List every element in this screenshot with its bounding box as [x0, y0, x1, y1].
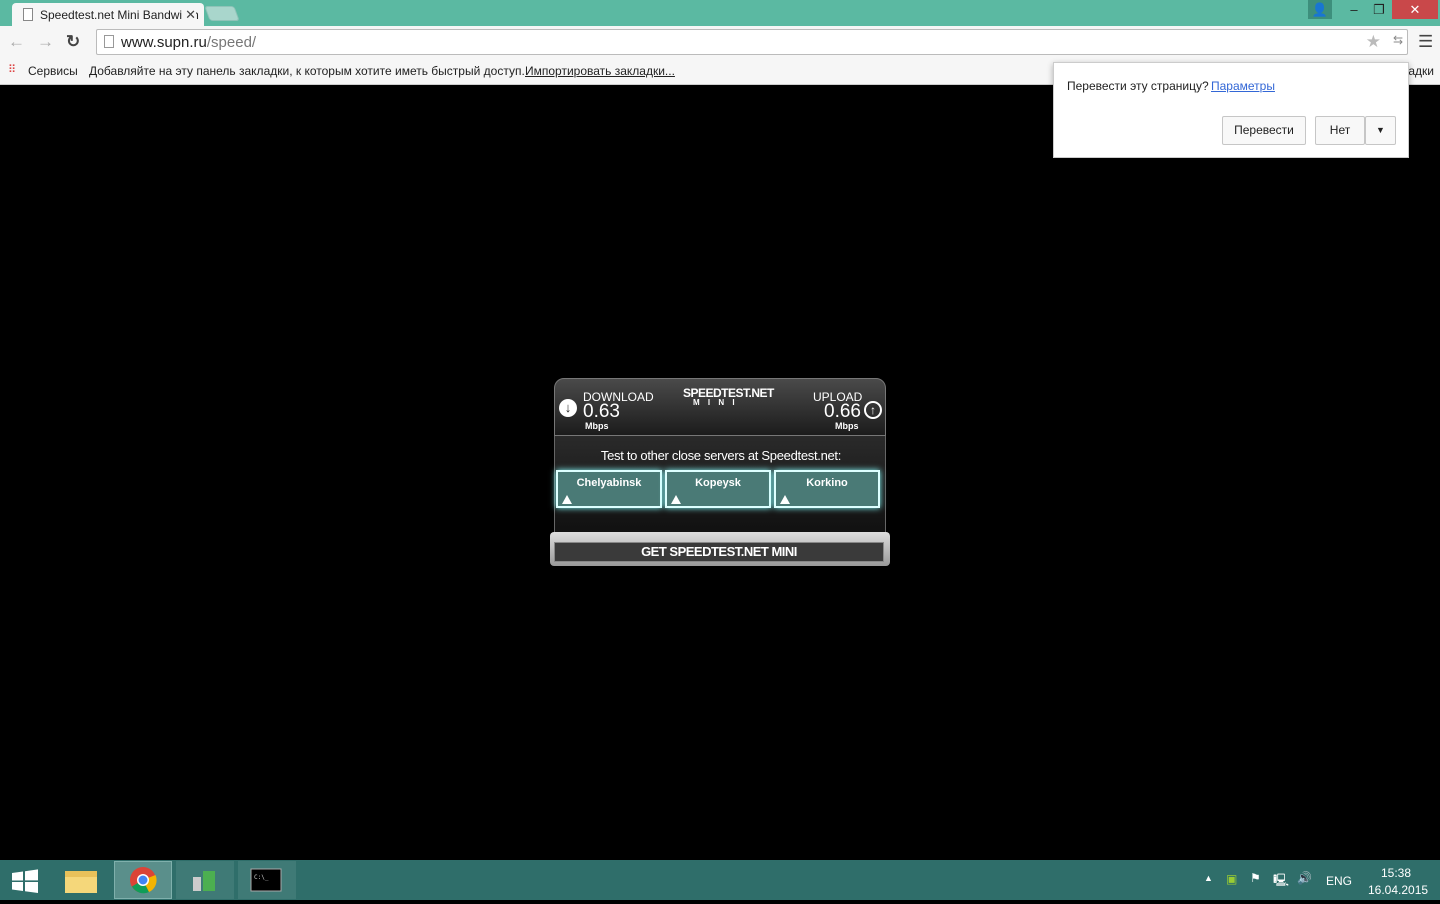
start-button[interactable] — [0, 861, 50, 899]
no-button[interactable]: Нет — [1315, 116, 1365, 145]
page-icon — [23, 8, 33, 21]
upload-arrow-icon: ↑ — [864, 401, 882, 419]
upload-unit: Mbps — [835, 421, 859, 431]
no-dropdown-icon[interactable]: ▼ — [1365, 116, 1396, 145]
network-icon[interactable]: 🖳 — [1273, 871, 1289, 892]
translate-popup: Перевести эту страницу? Параметры Переве… — [1053, 62, 1409, 158]
chrome-icon — [130, 867, 157, 894]
download-arrow-icon: ↓ — [559, 399, 577, 417]
close-tab-icon[interactable]: ✕ — [182, 7, 196, 23]
servers-heading: Test to other close servers at Speedtest… — [600, 448, 842, 463]
minimize-button[interactable]: – — [1340, 0, 1368, 19]
windows-icon — [12, 869, 38, 893]
translate-icon[interactable]: ⇆ — [1393, 33, 1403, 47]
apps-icon: ⠿ — [8, 64, 17, 76]
maximize-button[interactable]: ❐ — [1366, 0, 1392, 19]
clock-date[interactable]: 16.04.2015 — [1368, 883, 1428, 897]
volume-icon[interactable]: 🔊 — [1297, 871, 1312, 885]
folder-icon — [65, 871, 97, 893]
triangle-icon — [562, 495, 572, 504]
taskbar: C:\_ ▲ ▣ ⚑ 🖳 🔊 ENG 15:38 16.04.2015 — [0, 860, 1440, 900]
upload-value: 0.66 — [824, 401, 861, 422]
taskbar-chrome[interactable] — [114, 861, 172, 899]
security-icon[interactable]: ▣ — [1226, 872, 1237, 886]
url-host: www.supn.ru — [121, 34, 207, 51]
tab-speedtest[interactable]: Speedtest.net Mini Bandwidth ✕ — [12, 3, 204, 26]
import-bookmarks-link[interactable]: Импортировать закладки... — [525, 64, 675, 78]
download-unit: Mbps — [585, 421, 609, 431]
tab-title: Speedtest.net Mini Bandwidth — [40, 8, 199, 22]
server-korkino[interactable]: Korkino — [774, 470, 880, 508]
show-hidden-icons[interactable]: ▲ — [1204, 873, 1213, 883]
svg-text:C:\_: C:\_ — [254, 874, 269, 881]
server-chelyabinsk[interactable]: Chelyabinsk — [556, 470, 662, 508]
star-icon[interactable]: ★ — [1366, 32, 1381, 52]
server-name: Korkino — [806, 477, 848, 489]
speedtest-logo-sub: M I N I — [693, 398, 738, 407]
new-tab-button[interactable] — [204, 6, 240, 21]
menu-icon[interactable]: ☰ — [1418, 32, 1433, 52]
app-icon — [193, 871, 215, 891]
triangle-icon — [780, 495, 790, 504]
taskbar-app[interactable] — [176, 861, 234, 899]
speedtest-widget: ↓ DOWNLOAD 0.63 Mbps SPEEDTEST.NET M I N… — [550, 378, 890, 566]
results-panel: ↓ DOWNLOAD 0.63 Mbps SPEEDTEST.NET M I N… — [554, 378, 886, 436]
url-path: /speed/ — [206, 34, 257, 51]
taskbar-explorer[interactable] — [52, 861, 110, 899]
translate-question: Перевести эту страницу? — [1067, 79, 1209, 93]
back-icon[interactable]: ← — [8, 32, 25, 52]
download-value: 0.63 — [583, 401, 620, 422]
translate-options-link[interactable]: Параметры — [1211, 79, 1275, 93]
page-icon — [104, 35, 114, 48]
taskbar-cmd[interactable]: C:\_ — [238, 861, 296, 899]
close-window-button[interactable]: ✕ — [1392, 0, 1438, 19]
server-name: Chelyabinsk — [576, 477, 642, 489]
address-bar[interactable]: www.supn.ru/speed/ ★ ⇆ — [96, 29, 1408, 55]
browser-toolbar: ← → ↻ www.supn.ru/speed/ ★ ⇆ ☰ — [0, 26, 1440, 58]
title-bar: Speedtest.net Mini Bandwidth ✕ 👤 – ❐ ✕ — [0, 0, 1440, 26]
bookmark-apps[interactable]: Сервисы — [28, 64, 78, 78]
widget-footer: GET SPEEDTEST.NET MINI — [550, 532, 890, 566]
clock-time[interactable]: 15:38 — [1381, 866, 1411, 880]
server-name: Kopeysk — [695, 477, 741, 489]
server-kopeysk[interactable]: Kopeysk — [665, 470, 771, 508]
command-prompt-icon: C:\_ — [250, 868, 282, 892]
language-indicator[interactable]: ENG — [1326, 874, 1352, 888]
triangle-icon — [671, 495, 681, 504]
get-speedtest-button[interactable]: GET SPEEDTEST.NET MINI — [554, 542, 884, 562]
forward-icon[interactable]: → — [37, 32, 54, 52]
bookmarks-hint: Добавляйте на эту панель закладки, к кот… — [89, 64, 525, 78]
translate-button[interactable]: Перевести — [1222, 116, 1306, 145]
flag-icon[interactable]: ⚑ — [1250, 871, 1261, 885]
user-icon[interactable]: 👤 — [1308, 0, 1332, 19]
reload-icon[interactable]: ↻ — [66, 32, 80, 52]
